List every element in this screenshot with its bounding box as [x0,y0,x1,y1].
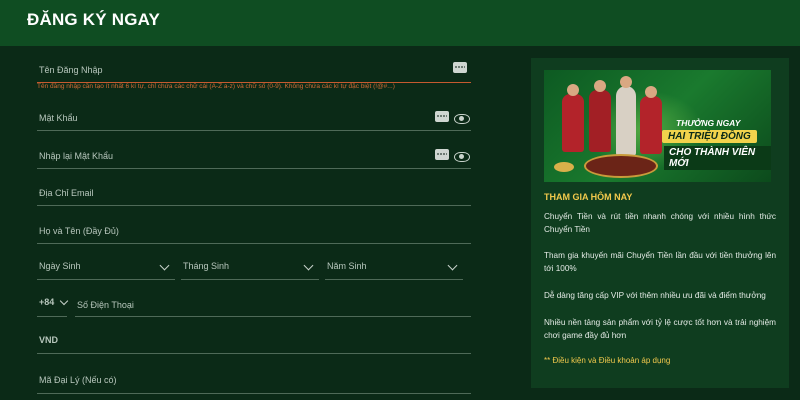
country-code-select[interactable]: +84 [37,296,69,317]
birth-month-select[interactable]: Tháng Sinh [181,260,319,280]
head-shape [645,86,657,98]
confirm-password-label: Nhập lại Mật Khẩu [39,151,114,161]
banner-line-1: THƯỞNG NGAY [676,118,741,128]
promo-panel: THƯỞNG NGAY HAI TRIỆU ĐỒNG CHO THÀNH VIÊ… [531,58,789,388]
birth-day-select[interactable]: Ngày Sinh [37,260,175,280]
password-field[interactable]: Mật Khẩu [37,108,471,131]
keyboard-icon[interactable] [435,111,449,122]
fullname-label: Họ và Tên (Đầy Đủ) [39,226,119,236]
email-field[interactable]: Địa Chỉ Email [37,183,471,206]
panel-title: THAM GIA HÔM NAY [544,192,633,202]
fullname-field[interactable]: Họ và Tên (Đầy Đủ) [37,221,471,244]
player-figure [589,90,611,152]
password-label: Mật Khẩu [39,113,78,123]
birth-year-select[interactable]: Năm Sinh [325,260,463,280]
banner-line-2: HAI TRIỆU ĐỒNG [662,130,757,143]
phone-label: Số Điện Thoại [77,300,134,310]
player-figure [562,94,584,152]
username-error: Tên đăng nhập cần tạo ít nhất 6 kí tự, c… [37,83,395,90]
benefit-item: Dễ dàng tăng cấp VIP với thêm nhiều ưu đ… [544,291,766,300]
hostess-figure [616,86,636,156]
chevron-down-icon [159,260,170,271]
page-header: ĐĂNG KÝ NGAY [0,0,800,46]
confirm-password-field[interactable]: Nhập lại Mật Khẩu [37,146,471,169]
head-shape [620,76,632,88]
keyboard-icon[interactable] [453,62,467,73]
terms-link[interactable]: ** Điều kiện và Điều khoản áp dụng [544,356,670,365]
username-field[interactable]: Tên Đăng Nhập [37,60,471,83]
benefit-item: Chuyển Tiền và rút tiền nhanh chóng với … [544,212,776,234]
keyboard-icon[interactable] [435,149,449,160]
coins-icon [554,162,574,172]
chevron-down-icon [59,296,69,306]
roulette-table [584,154,658,178]
benefit-item: Nhiều nền tảng sản phẩm với tỷ lệ cược t… [544,318,776,340]
email-label: Địa Chỉ Email [39,188,94,198]
eye-icon[interactable] [454,152,470,162]
username-label: Tên Đăng Nhập [39,65,103,75]
player-figure [640,96,662,154]
birth-day-label: Ngày Sinh [39,261,81,271]
promo-banner: THƯỞNG NGAY HAI TRIỆU ĐỒNG CHO THÀNH VIÊ… [544,70,771,182]
currency-field[interactable]: VND [37,333,471,354]
chevron-down-icon [303,260,314,271]
head-shape [594,80,606,92]
banner-line-3: CHO THÀNH VIÊN MỚI [664,146,771,170]
page-title: ĐĂNG KÝ NGAY [27,10,161,29]
phone-field[interactable]: Số Điện Thoại [75,296,471,317]
head-shape [567,84,579,96]
eye-icon[interactable] [454,114,470,124]
chevron-down-icon [447,260,458,271]
country-code: +84 [39,297,55,307]
agent-code-field[interactable]: Mã Đại Lý (Nếu có) [37,371,471,394]
birth-month-label: Tháng Sinh [183,261,230,271]
benefit-item: Tham gia khuyến mãi Chuyển Tiền lần đầu … [544,251,776,273]
birth-year-label: Năm Sinh [327,261,367,271]
agent-code-label: Mã Đại Lý (Nếu có) [39,375,117,385]
currency-value: VND [39,335,59,345]
